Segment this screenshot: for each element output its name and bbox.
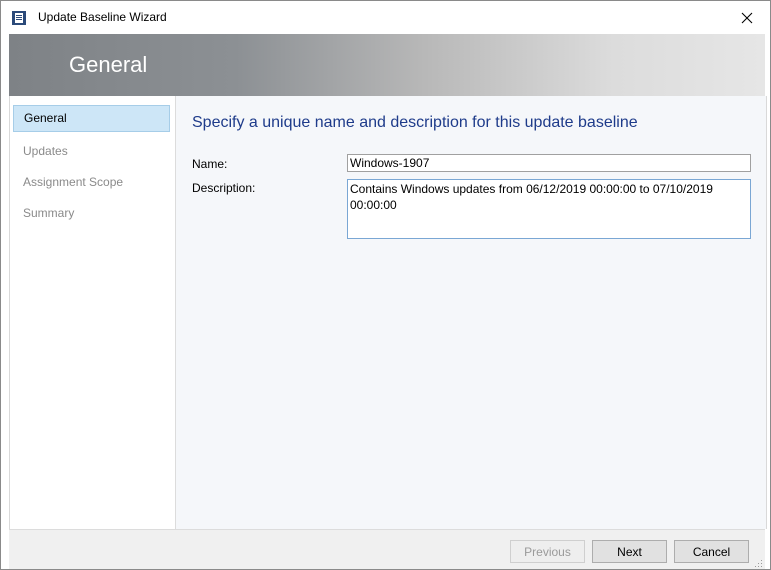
nav-item-summary[interactable]: Summary	[13, 200, 170, 227]
wizard-step-nav: General Updates Assignment Scope Summary	[10, 96, 176, 529]
resize-grip-icon[interactable]	[753, 558, 763, 568]
content-area: General Updates Assignment Scope Summary…	[9, 96, 767, 529]
cancel-button[interactable]: Cancel	[674, 540, 749, 563]
nav-item-assignment-scope[interactable]: Assignment Scope	[13, 169, 170, 196]
description-label: Description:	[192, 181, 256, 195]
main-panel: Specify a unique name and description fo…	[176, 96, 766, 529]
name-label: Name:	[192, 157, 228, 171]
description-input[interactable]: Contains Windows updates from 06/12/2019…	[347, 179, 751, 239]
wizard-app-icon	[12, 11, 26, 25]
wizard-window: Update Baseline Wizard General General U…	[0, 0, 771, 570]
nav-item-general[interactable]: General	[13, 105, 170, 132]
page-banner: General	[9, 34, 765, 96]
name-input[interactable]	[347, 154, 751, 172]
window-title: Update Baseline Wizard	[38, 10, 167, 24]
nav-item-label: Summary	[23, 206, 75, 220]
previous-button[interactable]: Previous	[510, 540, 585, 563]
nav-item-label: Updates	[23, 144, 68, 158]
banner-title: General	[69, 52, 148, 77]
next-button[interactable]: Next	[592, 540, 667, 563]
nav-item-label: Assignment Scope	[23, 175, 124, 189]
nav-item-label: General	[24, 111, 67, 125]
button-bar: Previous Next Cancel	[9, 529, 765, 569]
nav-item-updates[interactable]: Updates	[13, 138, 170, 165]
close-icon	[741, 12, 753, 23]
close-button[interactable]	[724, 1, 770, 34]
page-heading: Specify a unique name and description fo…	[192, 114, 638, 131]
title-bar[interactable]: Update Baseline Wizard	[1, 1, 770, 34]
